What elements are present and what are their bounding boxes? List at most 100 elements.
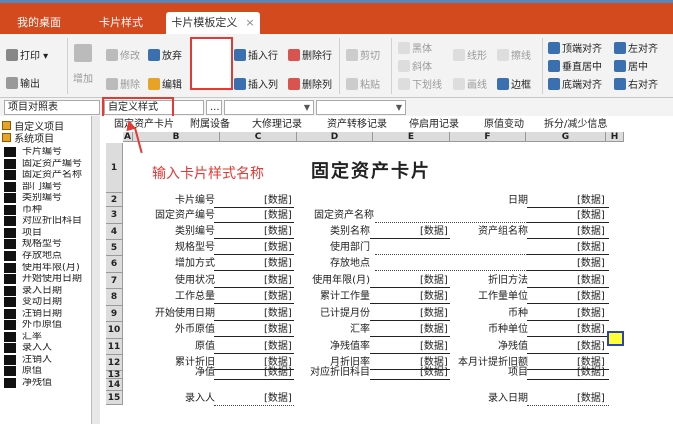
tree-root-custom[interactable]: 自定义项目 bbox=[2, 121, 64, 133]
tree-item[interactable]: 使用年限(月) bbox=[22, 263, 99, 273]
tree-item[interactable]: 固定资产名称 bbox=[22, 170, 99, 180]
field-value[interactable]: [数据] bbox=[577, 341, 605, 352]
draw-line-button[interactable]: 画线 bbox=[453, 78, 487, 92]
field-value[interactable]: [数据] bbox=[264, 275, 292, 286]
field-value[interactable]: [数据] bbox=[264, 341, 292, 352]
field-value[interactable]: [数据] bbox=[577, 242, 605, 253]
tree-item[interactable]: 存放地点 bbox=[22, 251, 99, 261]
tab-card-style[interactable]: 卡片样式 bbox=[86, 12, 156, 34]
field-value[interactable]: [数据] bbox=[420, 367, 448, 378]
field-value[interactable]: [数据] bbox=[264, 210, 292, 221]
field-value[interactable]: [数据] bbox=[420, 341, 448, 352]
field-value[interactable]: [数据] bbox=[577, 291, 605, 302]
tree-item[interactable]: 卡片编号 bbox=[22, 147, 99, 157]
field-value[interactable]: [数据] bbox=[420, 275, 448, 286]
sheet-tab[interactable]: 资产转移记录 bbox=[327, 118, 387, 132]
field-value[interactable]: [数据] bbox=[420, 324, 448, 335]
align-middle-button[interactable]: 垂直居中 bbox=[548, 60, 602, 74]
row-header[interactable]: 7 bbox=[106, 273, 123, 289]
field-value[interactable]: [数据] bbox=[264, 393, 292, 404]
column-header[interactable]: A bbox=[123, 132, 133, 142]
tree-scrollbar[interactable] bbox=[91, 116, 100, 424]
field-value[interactable]: [数据] bbox=[577, 226, 605, 237]
sheet-tab[interactable]: 附属设备 bbox=[190, 118, 230, 132]
tree-item[interactable]: 录入人 bbox=[22, 343, 99, 353]
row-header[interactable]: 14 bbox=[106, 379, 123, 391]
align-left-button[interactable]: 左对齐 bbox=[614, 42, 658, 56]
column-header[interactable]: H bbox=[606, 132, 624, 142]
row-header[interactable]: 5 bbox=[106, 240, 123, 256]
cut-button[interactable]: 剪切 bbox=[346, 49, 380, 63]
field-value[interactable]: [数据] bbox=[577, 393, 605, 404]
field-value[interactable]: [数据] bbox=[264, 308, 292, 319]
tree-item[interactable]: 净残值 bbox=[22, 378, 99, 388]
underline-button[interactable]: 下划线 bbox=[398, 78, 442, 92]
field-value[interactable]: [数据] bbox=[264, 291, 292, 302]
tab-my-desktop[interactable]: 我的桌面 bbox=[8, 12, 70, 34]
italic-button[interactable]: 斜体 bbox=[398, 60, 432, 74]
align-top-button[interactable]: 顶端对齐 bbox=[548, 42, 602, 56]
column-header[interactable]: G bbox=[526, 132, 606, 142]
sheet-tab[interactable]: 拆分/减少信息 bbox=[544, 118, 607, 132]
style-select-2[interactable]: ▼ bbox=[316, 100, 406, 115]
field-value[interactable]: [数据] bbox=[264, 258, 292, 269]
field-value[interactable]: [数据] bbox=[577, 367, 605, 378]
field-value[interactable]: [数据] bbox=[420, 226, 448, 237]
tree-item[interactable]: 注销日期 bbox=[22, 309, 99, 319]
tree-item[interactable]: 类别编号 bbox=[22, 193, 99, 203]
field-value[interactable]: [数据] bbox=[577, 324, 605, 335]
erase-line-button[interactable]: 擦线 bbox=[497, 49, 531, 63]
row-header[interactable]: 8 bbox=[106, 289, 123, 306]
row-header[interactable]: 6 bbox=[106, 256, 123, 273]
field-value[interactable]: [数据] bbox=[264, 324, 292, 335]
align-center-button[interactable]: 居中 bbox=[614, 60, 648, 74]
output-button[interactable]: 输出 bbox=[6, 77, 40, 91]
column-header[interactable]: D bbox=[297, 132, 373, 142]
modify-button[interactable]: 修改 bbox=[106, 49, 140, 63]
column-header[interactable]: B bbox=[133, 132, 220, 142]
browse-button[interactable]: ... bbox=[206, 100, 222, 115]
row-header[interactable]: 1 bbox=[106, 143, 123, 193]
tree-item[interactable]: 对应折旧科目 bbox=[22, 216, 99, 226]
edit-button[interactable]: 编辑 bbox=[148, 78, 182, 92]
insert-row-button[interactable]: 插入行 bbox=[234, 49, 278, 63]
selected-cell[interactable] bbox=[607, 331, 624, 346]
row-header[interactable]: 11 bbox=[106, 339, 123, 355]
tree-root-system[interactable]: 系统项目 bbox=[2, 133, 54, 145]
field-value[interactable]: [数据] bbox=[577, 258, 605, 269]
row-header[interactable]: 9 bbox=[106, 306, 123, 322]
sheet-tab[interactable]: 原值变动 bbox=[484, 118, 524, 132]
tree-item[interactable]: 项目 bbox=[22, 228, 99, 238]
field-value[interactable]: [数据] bbox=[264, 195, 292, 206]
column-header[interactable]: F bbox=[450, 132, 526, 142]
print-button[interactable]: 打印 ▾ bbox=[6, 49, 48, 63]
field-value[interactable]: [数据] bbox=[577, 195, 605, 206]
row-header[interactable]: 13 bbox=[106, 371, 123, 380]
row-header[interactable]: 15 bbox=[106, 391, 123, 405]
tree-item[interactable]: 录入日期 bbox=[22, 286, 99, 296]
field-value[interactable]: [数据] bbox=[577, 275, 605, 286]
field-value[interactable]: [数据] bbox=[420, 308, 448, 319]
sheet-tab[interactable]: 固定资产卡片 bbox=[114, 118, 174, 132]
abandon-button[interactable]: 放弃 bbox=[148, 49, 182, 63]
delete-button[interactable]: 删除 bbox=[106, 78, 140, 92]
column-header[interactable]: E bbox=[373, 132, 450, 142]
close-icon[interactable]: × bbox=[245, 16, 254, 29]
row-header[interactable]: 4 bbox=[106, 224, 123, 240]
field-value[interactable]: [数据] bbox=[264, 226, 292, 237]
delete-row-button[interactable]: 删除行 bbox=[288, 49, 332, 63]
tree-item[interactable]: 变动日期 bbox=[22, 297, 99, 307]
add-button[interactable]: 增加 bbox=[73, 73, 93, 87]
paste-button[interactable]: 粘贴 bbox=[346, 78, 380, 92]
tree-item[interactable]: 固定资产编号 bbox=[22, 159, 99, 169]
field-value[interactable]: [数据] bbox=[577, 210, 605, 221]
mapping-select[interactable]: 项目对照表 bbox=[4, 100, 100, 115]
line-shape-button[interactable]: 线形 bbox=[453, 49, 487, 63]
tree-item[interactable]: 开始使用日期 bbox=[22, 274, 99, 284]
tree-item[interactable]: 币种 bbox=[22, 205, 99, 215]
border-button[interactable]: 边框 bbox=[497, 78, 531, 92]
bold-button[interactable]: 黑体 bbox=[398, 42, 432, 56]
tree-item[interactable]: 注销人 bbox=[22, 355, 99, 365]
tree-item[interactable]: 原值 bbox=[22, 366, 99, 376]
tree-item[interactable]: 规格型号 bbox=[22, 239, 99, 249]
